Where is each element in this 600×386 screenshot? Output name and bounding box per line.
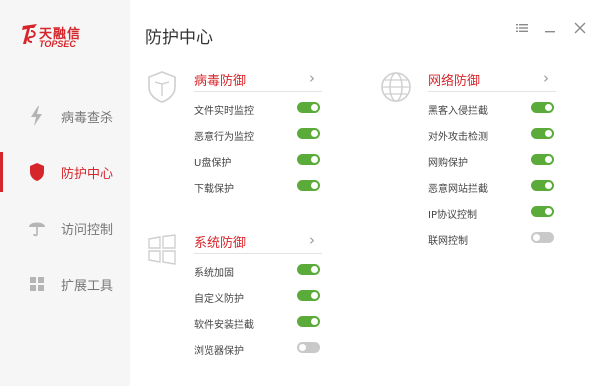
setting-label: 文件实时监控	[194, 106, 254, 117]
toggle-malicious-behavior-monitor[interactable]	[297, 128, 320, 139]
toggle-network-access-control[interactable]	[531, 232, 554, 243]
toggle-malicious-site-block[interactable]	[531, 180, 554, 191]
list-item: 联网控制	[428, 231, 556, 247]
list-item: 系统加固	[194, 263, 322, 279]
toggle-online-shopping-protection[interactable]	[531, 154, 554, 165]
setting-label: 系统加固	[194, 268, 234, 279]
toggle-outbound-attack-detect[interactable]	[531, 128, 554, 139]
chevron-right-icon[interactable]: ›	[543, 69, 553, 87]
globe-icon	[381, 72, 411, 102]
minimize-button[interactable]	[542, 22, 558, 38]
chevron-right-icon[interactable]: ›	[309, 231, 319, 249]
setting-label: 恶意网站拦截	[428, 184, 488, 195]
panel-title: 系统防御	[194, 236, 247, 251]
umbrella-icon	[29, 222, 45, 237]
list-item: 浏览器保护	[194, 341, 322, 357]
list-item: 恶意网站拦截	[428, 179, 556, 195]
setting-label: 对外攻击检测	[428, 132, 488, 143]
page-title: 防护中心	[145, 28, 213, 48]
setting-label: IP协议控制	[428, 210, 477, 221]
logo-mark-icon	[22, 24, 37, 44]
list-item: 软件安装拦截	[194, 315, 322, 331]
minimize-icon	[545, 31, 555, 33]
menu-button[interactable]	[514, 22, 530, 38]
sidebar-item-label: 病毒查杀	[61, 111, 114, 126]
setting-label: 黑客入侵拦截	[428, 106, 488, 117]
sidebar-item-label: 访问控制	[61, 223, 114, 238]
panel-title: 病毒防御	[194, 74, 247, 89]
list-item: 网购保护	[428, 153, 556, 169]
toggle-download-protection[interactable]	[297, 180, 320, 191]
setting-label: U盘保护	[194, 158, 232, 169]
toggle-hacker-intrusion-block[interactable]	[531, 102, 554, 113]
toggle-software-install-block[interactable]	[297, 316, 320, 327]
virus-defense-panel: 病毒防御 › 文件实时监控 恶意行为监控 U盘保护 下载保护	[145, 69, 355, 200]
chevron-right-icon[interactable]: ›	[309, 69, 319, 87]
setting-label: 网购保护	[428, 158, 468, 169]
logo-text-en: TOPSEC	[39, 39, 76, 49]
setting-label: 浏览器保护	[194, 346, 244, 357]
toggle-browser-protection[interactable]	[297, 342, 320, 353]
shield-icon	[30, 163, 44, 181]
lightning-icon	[31, 106, 42, 126]
divider	[194, 253, 322, 254]
panel-title: 网络防御	[428, 74, 481, 89]
toggle-system-hardening[interactable]	[297, 264, 320, 275]
list-icon	[516, 24, 528, 32]
system-defense-panel: 系统防御 › 系统加固 自定义防护 软件安装拦截 浏览器保护	[145, 231, 355, 362]
list-item: 黑客入侵拦截	[428, 101, 556, 117]
network-defense-panel: 网络防御 › 黑客入侵拦截 对外攻击检测 网购保护 恶意网站拦截 IP协议控制 …	[379, 69, 589, 250]
topsec-logo: 天融信 TOPSEC	[22, 22, 122, 52]
list-item: 对外攻击检测	[428, 127, 556, 143]
divider	[194, 91, 322, 92]
list-item: IP协议控制	[428, 205, 556, 221]
list-item: 自定义防护	[194, 289, 322, 305]
list-item: 文件实时监控	[194, 101, 322, 117]
grid-icon	[30, 277, 44, 291]
sidebar-item-label: 防护中心	[61, 167, 114, 182]
sidebar-item-access-control[interactable]: 访问控制	[0, 208, 130, 248]
sidebar-item-extension-tools[interactable]: 扩展工具	[0, 264, 130, 304]
setting-label: 软件安装拦截	[194, 320, 254, 331]
list-item: 恶意行为监控	[194, 127, 322, 143]
setting-label: 恶意行为监控	[194, 132, 254, 143]
toggle-ip-protocol-control[interactable]	[531, 206, 554, 217]
sidebar: 天融信 TOPSEC 病毒查杀 防护中心 访问控制 扩展工具	[0, 0, 130, 386]
setting-label: 下载保护	[194, 184, 234, 195]
list-item: U盘保护	[194, 153, 322, 169]
sidebar-item-label: 扩展工具	[61, 279, 114, 294]
toggle-file-realtime-monitor[interactable]	[297, 102, 320, 113]
toggle-usb-protection[interactable]	[297, 154, 320, 165]
toggle-custom-protection[interactable]	[297, 290, 320, 301]
divider	[428, 91, 556, 92]
sidebar-item-virus-scan[interactable]: 病毒查杀	[0, 96, 130, 136]
shield-outline-icon	[148, 71, 176, 103]
list-item: 下载保护	[194, 179, 322, 195]
close-button[interactable]	[572, 22, 588, 38]
close-icon	[574, 22, 586, 34]
setting-label: 联网控制	[428, 236, 468, 247]
setting-label: 自定义防护	[194, 294, 244, 305]
windows-icon	[148, 234, 176, 265]
sidebar-item-protection-center[interactable]: 防护中心	[0, 152, 130, 192]
